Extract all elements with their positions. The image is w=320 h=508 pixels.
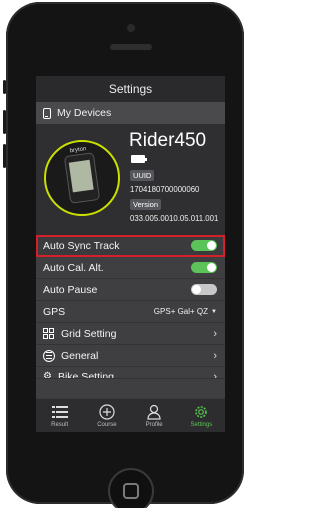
tab-course-label: Course	[97, 421, 117, 428]
front-camera	[127, 24, 135, 32]
my-devices-header: My Devices	[36, 102, 225, 124]
tab-result-label: Result	[51, 421, 69, 428]
device-card[interactable]: bryton Rider450 UUID 1704180700000060 Ve…	[36, 124, 225, 235]
dropdown-caret-icon: ▼	[211, 308, 217, 315]
mute-switch	[3, 80, 6, 94]
gps-row[interactable]: GPS GPS+ Gal+ QZ ▼	[36, 301, 225, 323]
bike-setting-row[interactable]: ⚙ Bike Setting ›	[36, 367, 225, 379]
general-icon	[43, 349, 55, 362]
grid-setting-label: Grid Setting	[61, 327, 117, 340]
page-title: Settings	[36, 76, 225, 102]
general-label: General	[61, 349, 99, 362]
device-name: Rider450	[129, 130, 207, 151]
device-image: bryton	[44, 140, 120, 216]
bike-setting-label: Bike Setting	[57, 370, 115, 379]
general-row[interactable]: General ›	[36, 345, 225, 367]
version-value: 033.005.0010.05.011.001	[130, 214, 219, 223]
gps-label: GPS	[43, 305, 66, 318]
auto-sync-track-toggle[interactable]	[191, 240, 217, 251]
grid-icon	[43, 327, 55, 340]
my-devices-label: My Devices	[57, 107, 112, 119]
bike-computer-icon: bryton	[63, 146, 101, 204]
tab-settings[interactable]: Settings	[178, 404, 224, 428]
app-screen: Settings My Devices bryton Rider450 UUID…	[36, 76, 225, 432]
uuid-tag: UUID	[130, 170, 155, 181]
auto-pause-toggle[interactable]	[191, 284, 217, 295]
auto-sync-track-label: Auto Sync Track	[43, 239, 120, 252]
auto-pause-row: Auto Pause	[36, 279, 225, 301]
person-icon	[146, 404, 162, 420]
battery-icon	[131, 155, 147, 163]
auto-pause-label: Auto Pause	[43, 283, 98, 296]
gps-select[interactable]: GPS+ Gal+ QZ ▼	[154, 307, 217, 316]
gps-value: GPS+ Gal+ QZ	[153, 307, 209, 316]
uuid-value: 1704180700000060	[130, 185, 200, 194]
volume-up-button	[3, 110, 6, 134]
tab-settings-label: Settings	[190, 421, 213, 428]
grid-setting-row[interactable]: Grid Setting ›	[36, 323, 225, 345]
auto-sync-track-row: Auto Sync Track	[36, 235, 225, 257]
tab-course[interactable]: Course	[84, 403, 130, 428]
chevron-right-icon: ›	[213, 327, 217, 340]
chevron-right-icon: ›	[213, 370, 217, 379]
gear-icon	[193, 404, 209, 420]
volume-down-button	[3, 144, 6, 168]
tab-result[interactable]: Result	[37, 404, 83, 428]
tab-profile-label: Profile	[145, 421, 163, 428]
list-icon	[51, 404, 68, 420]
chevron-right-icon: ›	[213, 349, 217, 362]
plus-circle-icon	[99, 403, 115, 420]
tab-profile[interactable]: Profile	[131, 404, 177, 428]
home-button[interactable]	[108, 468, 154, 508]
device-brand: bryton	[69, 146, 87, 155]
version-tag: Version	[130, 199, 162, 210]
auto-cal-alt-label: Auto Cal. Alt.	[43, 261, 104, 274]
tab-bar: Result Course Profile Settings	[36, 398, 225, 432]
bike-icon: ⚙	[43, 371, 52, 379]
auto-cal-alt-row: Auto Cal. Alt.	[36, 257, 225, 279]
earpiece-speaker	[110, 44, 152, 50]
auto-cal-alt-toggle[interactable]	[191, 262, 217, 273]
phone-icon	[43, 107, 51, 119]
phone-frame: Settings My Devices bryton Rider450 UUID…	[3, 2, 244, 508]
